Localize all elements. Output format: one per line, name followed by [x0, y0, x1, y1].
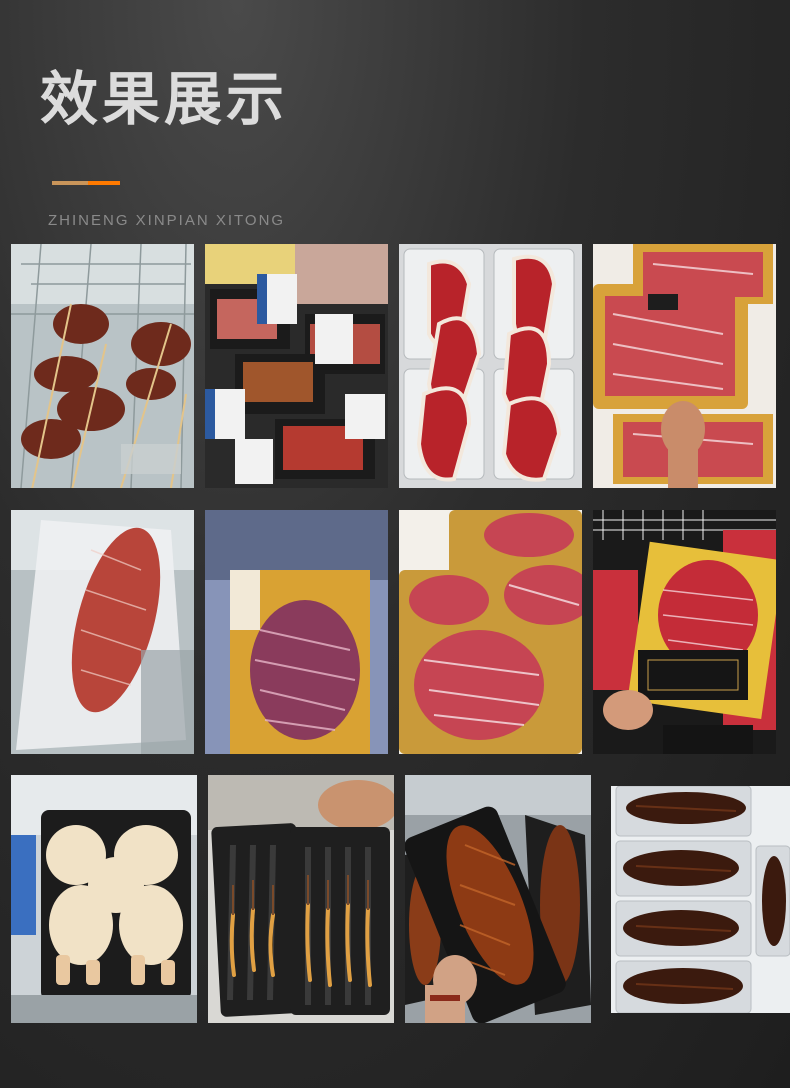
photo-vacuum-wagyu — [11, 510, 194, 754]
accent-segment-orange — [88, 181, 120, 185]
photo-marbled-steak — [205, 510, 388, 754]
page-title: 效果展示 — [40, 65, 289, 133]
photo-steaks-gold-trays — [399, 510, 582, 754]
photo-steaks-clear-trays — [399, 244, 582, 488]
photo-grilled-eel-tray — [405, 775, 591, 1023]
photo-whole-chickens — [11, 775, 197, 1023]
photo-grilled-eel-fillets — [611, 786, 790, 1013]
page-subtitle: ZHINENG XINPIAN XITONG — [48, 212, 286, 229]
title-accent-bar — [52, 181, 120, 185]
photo-wagyu-gold-trays — [593, 244, 776, 488]
photo-skewered-meat — [11, 244, 194, 488]
photo-beef-gold-box — [593, 510, 776, 754]
photo-packaged-sliced-meats — [205, 244, 388, 488]
accent-segment-tan — [52, 181, 88, 185]
photo-cordyceps-trays — [208, 775, 394, 1023]
